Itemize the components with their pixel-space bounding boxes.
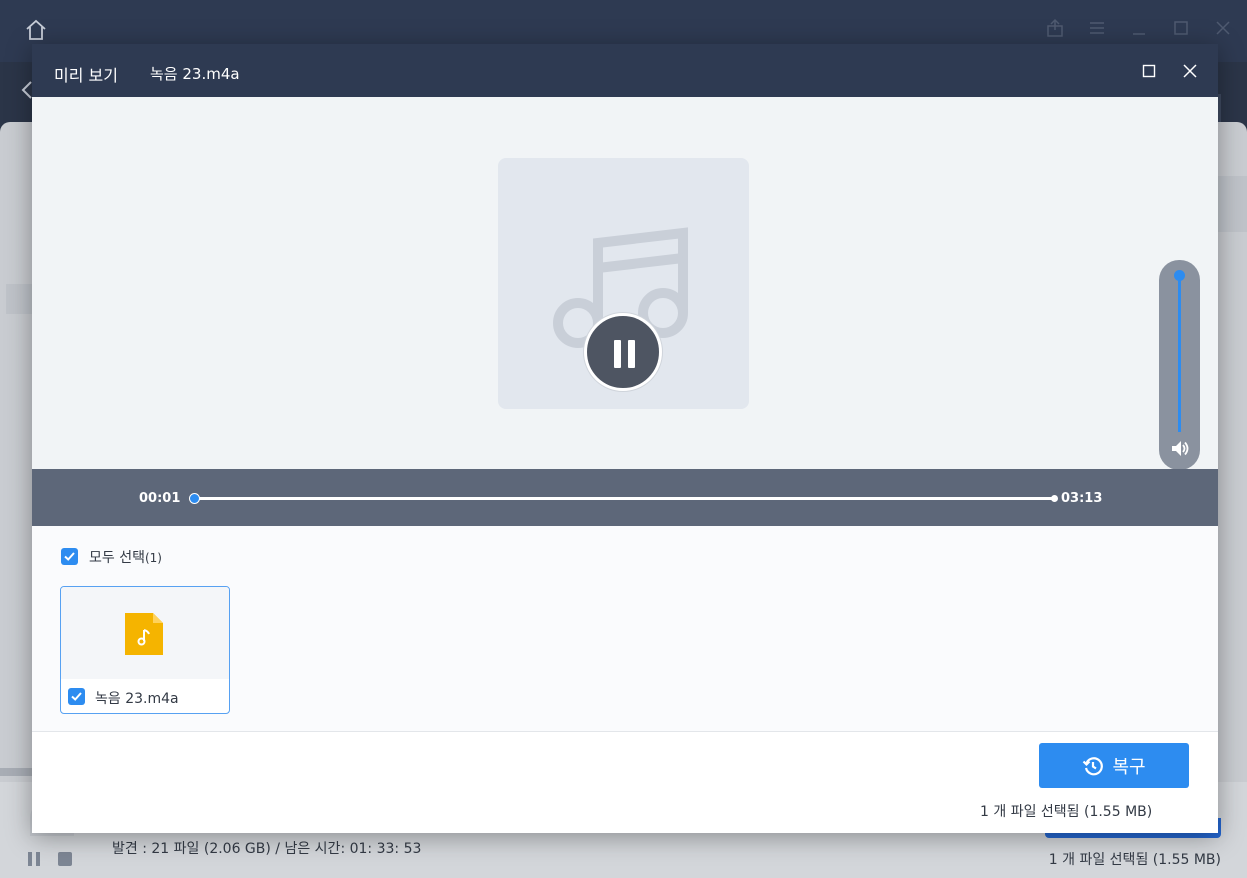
app-sidebar-item xyxy=(6,284,32,314)
app-horizontal-scrollbar[interactable] xyxy=(0,768,32,776)
app-selected-info: 1 개 파일 선택됨 (1.55 MB) xyxy=(1048,852,1221,868)
current-time: 00:01 xyxy=(139,491,181,506)
select-all-label: 모두 선택(1) xyxy=(89,547,162,567)
total-time: 03:13 xyxy=(1061,491,1103,506)
file-name: 녹음 23.m4a xyxy=(95,691,179,707)
scan-status-text: 발견 : 21 파일 (2.06 GB) / 남은 시간: 01: 33: 53 xyxy=(112,841,422,857)
select-all-count: (1) xyxy=(144,551,162,565)
checkmark-icon xyxy=(64,552,75,561)
media-preview-area xyxy=(32,97,1218,470)
speaker-icon[interactable] xyxy=(1169,438,1190,459)
app-side-panel xyxy=(1217,176,1247,232)
file-thumbnail xyxy=(61,587,229,679)
minimize-icon[interactable] xyxy=(1129,18,1149,38)
dialog-filename: 녹음 23.m4a xyxy=(150,65,240,83)
maximize-icon[interactable] xyxy=(1142,64,1156,78)
file-card[interactable]: 녹음 23.m4a xyxy=(60,586,230,714)
dialog-footer: 복구 1 개 파일 선택됨 (1.55 MB) xyxy=(32,731,1218,833)
file-checkbox[interactable] xyxy=(68,688,85,705)
pause-icon xyxy=(614,340,621,368)
pause-button[interactable] xyxy=(584,313,662,391)
seek-end-marker xyxy=(1051,495,1058,502)
file-list-area: 모두 선택(1) 녹음 23.m4a xyxy=(32,526,1218,731)
dialog-header: 미리 보기 녹음 23.m4a xyxy=(32,44,1218,97)
close-icon[interactable] xyxy=(1213,18,1233,38)
scan-stop-icon[interactable] xyxy=(58,852,72,866)
selected-file-info: 1 개 파일 선택됨 (1.55 MB) xyxy=(980,804,1153,820)
close-icon[interactable] xyxy=(1182,63,1198,79)
scan-pause-icon[interactable] xyxy=(28,852,44,866)
volume-handle[interactable] xyxy=(1174,270,1185,281)
volume-slider[interactable] xyxy=(1159,260,1200,470)
preview-dialog: 미리 보기 녹음 23.m4a 00:01 03:13 모두 선택(1) 녹음 … xyxy=(32,44,1218,833)
recover-label: 복구 xyxy=(1112,756,1146,778)
seek-bar: 00:01 03:13 xyxy=(32,469,1218,526)
audio-file-icon xyxy=(125,613,163,655)
checkmark-icon xyxy=(71,692,82,701)
history-icon xyxy=(1083,756,1104,775)
seek-handle[interactable] xyxy=(189,493,201,504)
select-all-text: 모두 선택 xyxy=(89,550,145,566)
menu-icon[interactable] xyxy=(1087,18,1107,38)
maximize-icon[interactable] xyxy=(1171,18,1191,38)
home-icon[interactable] xyxy=(24,18,48,42)
select-all-checkbox[interactable] xyxy=(61,548,78,565)
seek-track[interactable] xyxy=(190,497,1055,500)
recover-button[interactable]: 복구 xyxy=(1039,743,1189,788)
pause-icon xyxy=(628,340,635,368)
export-icon[interactable] xyxy=(1045,18,1065,38)
dialog-title: 미리 보기 xyxy=(54,66,118,85)
app-window-controls xyxy=(1045,18,1233,38)
volume-level xyxy=(1178,274,1181,432)
